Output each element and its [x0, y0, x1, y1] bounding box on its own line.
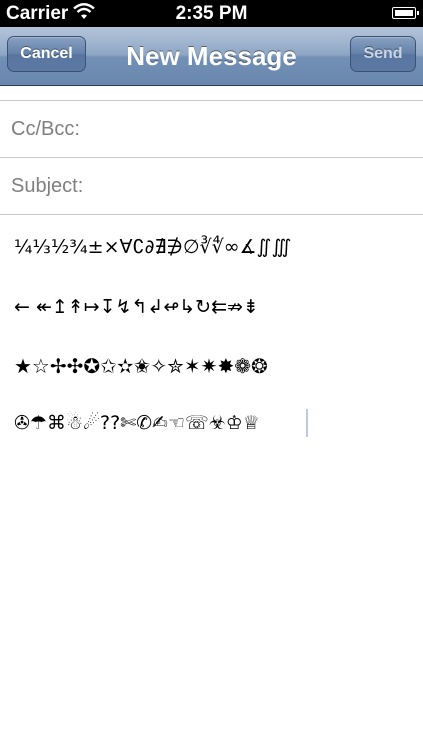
carrier-name: Carrier	[6, 3, 69, 24]
battery-icon	[392, 7, 419, 19]
wifi-icon	[73, 2, 95, 28]
cc-bcc-field[interactable]: Cc/Bcc:	[0, 101, 423, 158]
text-cursor	[306, 409, 308, 437]
subject-label: Subject:	[11, 175, 84, 197]
navigation-bar: Cancel New Message Send	[0, 27, 423, 86]
subject-field[interactable]: Subject:	[0, 158, 423, 215]
battery-level	[394, 9, 413, 16]
symbol-line-1: ¼⅓½¾±×∀∁∂∄∌∅∛∜∞∡∬∭	[14, 236, 292, 258]
symbol-line-3: ★☆✢✣✪✩✫✬✧✮✶✷✸❁❂	[14, 354, 268, 378]
status-bar: Carrier 2:35 PM	[0, 0, 423, 27]
send-button[interactable]: Send	[350, 36, 416, 72]
symbol-line-2: ← ↞↥↟↦↧↯↰↲↫↳↻⇇⇏⇟	[14, 296, 259, 318]
symbol-line-4: ✇☂⌘☃☄??✄✆✍☜☏☣♔♕	[14, 412, 260, 434]
cc-bcc-label: Cc/Bcc:	[11, 118, 80, 140]
